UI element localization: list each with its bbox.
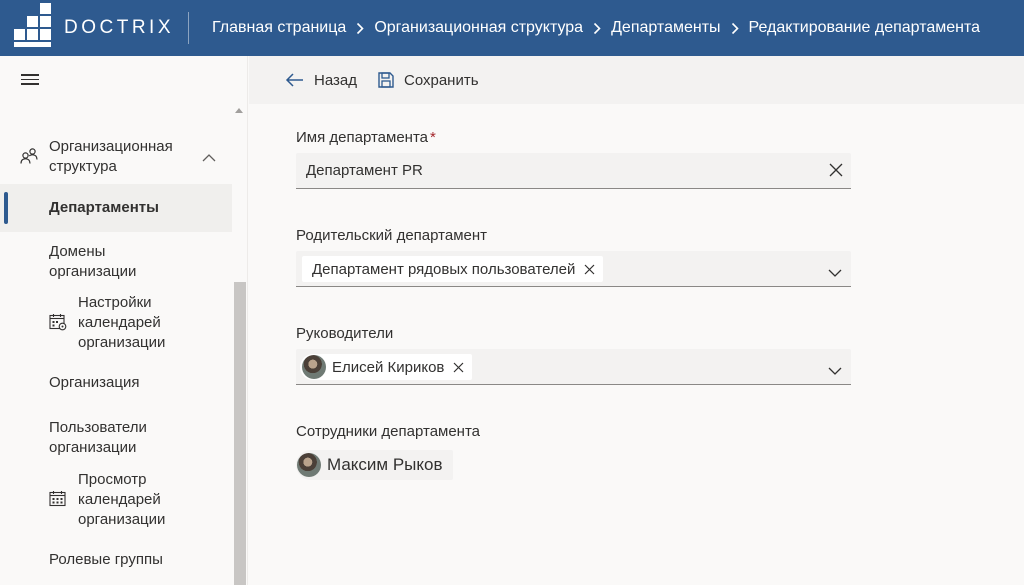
sidebar-item-calendar-view[interactable]: Просмотр календарей организации (0, 470, 232, 530)
menu-toggle-icon[interactable] (21, 74, 39, 88)
sidebar-item-label: Домены организации (49, 243, 137, 280)
chevron-right-icon (731, 22, 739, 35)
avatar (297, 453, 321, 477)
selected-department-tag: Департамент рядовых пользователей (302, 256, 604, 282)
required-mark: * (429, 129, 436, 146)
save-button-label: Сохранить (403, 71, 479, 89)
chevron-down-icon[interactable] (828, 362, 842, 380)
sidebar-group-org-structure[interactable]: Организационная структура (0, 134, 232, 182)
breadcrumb-home[interactable]: Главная страница (212, 19, 346, 37)
sidebar-item-label: Департаменты (49, 199, 159, 216)
sidebar-item-domains[interactable]: Домены организации (0, 242, 232, 282)
breadcrumb-org-structure[interactable]: Организационная структура (374, 19, 583, 37)
calendar-settings-icon (49, 313, 67, 337)
sidebar: Организационная структура Департаменты Д… (0, 56, 248, 585)
sidebar-item-departments[interactable]: Департаменты (0, 184, 232, 232)
calendar-icon (49, 490, 67, 514)
breadcrumb-departments[interactable]: Департаменты (611, 19, 720, 37)
sidebar-group-label: Организационная структура (49, 138, 173, 175)
logo-mark-icon (14, 3, 52, 47)
sidebar-item-label: Просмотр календарей организации (78, 471, 166, 528)
chevron-down-icon[interactable] (828, 264, 842, 282)
top-bar: DOCTRIX Главная страница Организационная… (0, 0, 1024, 56)
sidebar-item-label: Организация (49, 374, 140, 391)
chevron-right-icon (593, 22, 601, 35)
sidebar-item-label: Ролевые группы (49, 551, 163, 568)
save-icon (378, 72, 394, 88)
remove-tag-icon[interactable] (584, 264, 595, 275)
department-name-input[interactable]: Департамент PR (296, 153, 851, 189)
sidebar-item-organization[interactable]: Организация (0, 373, 232, 393)
breadcrumb: Главная страница Организационная структу… (189, 19, 980, 37)
sidebar-item-label: Пользователи организации (49, 419, 147, 456)
department-name-value: Департамент PR (306, 162, 423, 179)
managers-picker[interactable]: Елисей Кириков (296, 349, 851, 385)
employee-name: Максим Рыков (327, 455, 443, 474)
selected-department-label: Департамент рядовых пользователей (312, 260, 576, 278)
department-name-label: Имя департамента * (296, 129, 436, 146)
arrow-left-icon (285, 73, 303, 87)
brand-name: DOCTRIX (64, 17, 174, 38)
save-button[interactable]: Сохранить (377, 71, 479, 89)
selected-manager-name: Елисей Кириков (332, 358, 445, 376)
avatar (302, 355, 326, 379)
sidebar-item-role-groups[interactable]: Ролевые группы (0, 550, 232, 570)
breadcrumb-current: Редактирование департамента (748, 19, 981, 36)
remove-manager-icon[interactable] (453, 362, 464, 373)
sidebar-scrollbar[interactable] (234, 282, 246, 585)
command-bar: Назад Сохранить (249, 56, 1024, 104)
org-structure-icon (20, 147, 38, 170)
active-indicator (4, 192, 8, 224)
employee-persona[interactable]: Максим Рыков (296, 450, 453, 480)
employees-label: Сотрудники департамента (296, 423, 481, 440)
sidebar-item-label: Настройки календарей организации (78, 294, 166, 351)
chevron-up-icon[interactable] (202, 149, 216, 167)
sidebar-item-calendar-settings[interactable]: Настройки календарей организации (0, 293, 232, 353)
selected-manager-persona: Елисей Кириков (300, 354, 473, 380)
clear-icon[interactable] (829, 163, 843, 182)
managers-label: Руководители (296, 325, 394, 342)
chevron-right-icon (356, 22, 364, 35)
app-logo[interactable]: DOCTRIX (0, 0, 188, 56)
parent-department-label: Родительский департамент (296, 227, 488, 244)
parent-department-picker[interactable]: Департамент рядовых пользователей (296, 251, 851, 287)
back-button-label: Назад (314, 71, 357, 89)
back-button[interactable]: Назад (285, 72, 357, 89)
sidebar-item-org-users[interactable]: Пользователи организации (0, 418, 232, 458)
scroll-up-arrow-icon[interactable] (235, 108, 243, 113)
